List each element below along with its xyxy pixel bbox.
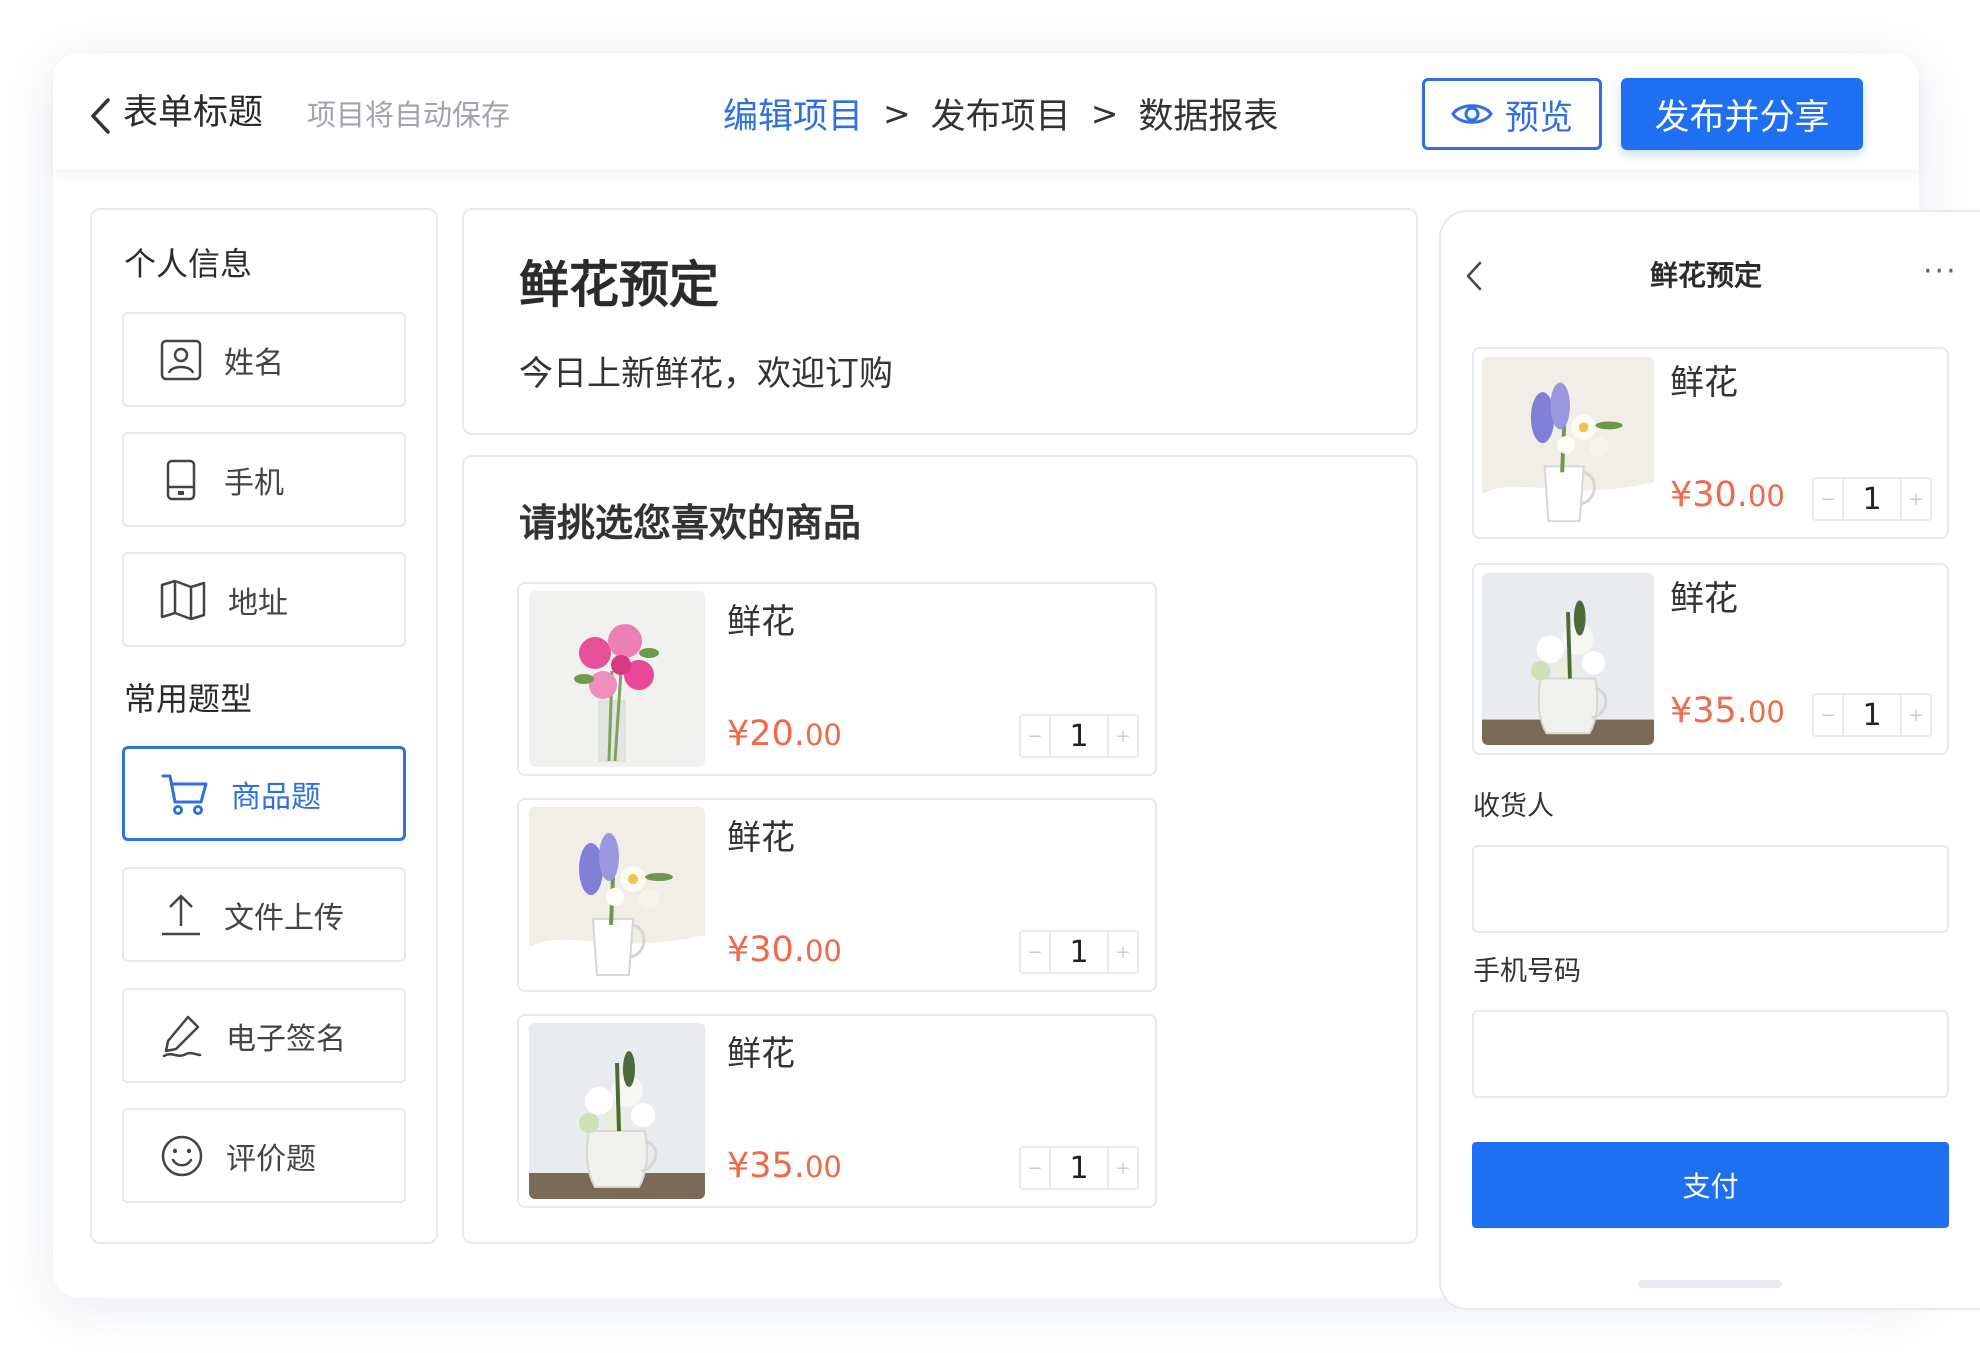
eye-icon — [1451, 104, 1493, 124]
more-icon[interactable]: ··· — [1923, 252, 1958, 292]
decrement-button[interactable]: − — [1814, 479, 1842, 519]
field-file-upload[interactable]: 文件上传 — [122, 867, 406, 962]
form-title[interactable]: 表单标题 — [123, 88, 263, 138]
publish-share-button[interactable]: 发布并分享 — [1621, 78, 1863, 150]
home-indicator — [1638, 1280, 1782, 1288]
field-rating[interactable]: 评价题 — [122, 1108, 406, 1203]
step-publish[interactable]: 发布项目 — [931, 88, 1071, 139]
product-image — [529, 591, 705, 767]
product-card[interactable]: 鲜花 ¥30.00 − 1 + — [517, 798, 1157, 992]
field-phone[interactable]: 手机 — [122, 432, 406, 527]
product-price: ¥20.00 — [727, 714, 842, 754]
step-report[interactable]: 数据报表 — [1138, 88, 1278, 139]
product-price: ¥35.00 — [727, 1146, 842, 1186]
field-rating-label: 评价题 — [226, 1141, 316, 1177]
product-question-title: 请挑选您喜欢的商品 — [519, 501, 862, 545]
increment-button[interactable]: + — [1109, 932, 1137, 972]
product-name: 鲜花 — [727, 1034, 795, 1074]
product-name: 鲜花 — [727, 818, 795, 858]
map-icon — [160, 579, 206, 620]
step-edit[interactable]: 编辑项目 — [723, 88, 863, 139]
decrement-button[interactable]: − — [1021, 932, 1049, 972]
back-chevron-icon[interactable] — [88, 97, 114, 135]
form-header-card[interactable] — [462, 208, 1418, 435]
increment-button[interactable]: + — [1109, 716, 1137, 756]
upload-icon — [162, 894, 200, 935]
receiver-label: 收货人 — [1473, 791, 1554, 822]
mobile-product-card[interactable]: 鲜花 ¥35.00 − 1 + — [1472, 563, 1949, 755]
product-image — [529, 1023, 705, 1199]
product-price: ¥30.00 — [1670, 475, 1785, 515]
back-chevron-icon[interactable] — [1464, 260, 1484, 292]
product-card[interactable]: 鲜花 ¥35.00 − 1 + — [517, 1014, 1157, 1208]
step-breadcrumb: 编辑项目 > 发布项目 > 数据报表 — [723, 88, 1278, 138]
person-icon — [160, 339, 202, 380]
group-title-personal: 个人信息 — [124, 245, 253, 283]
quantity-value[interactable]: 1 — [1049, 1148, 1109, 1188]
quantity-value[interactable]: 1 — [1842, 479, 1902, 519]
receiver-input[interactable] — [1472, 845, 1949, 933]
field-file-upload-label: 文件上传 — [224, 900, 344, 936]
step-separator: > — [1090, 93, 1119, 133]
field-product[interactable]: 商品题 — [122, 746, 406, 841]
field-address-label: 地址 — [228, 585, 288, 621]
mobile-number-input[interactable] — [1472, 1010, 1949, 1098]
mobile-product-card[interactable]: 鲜花 ¥30.00 − 1 + — [1472, 347, 1949, 539]
preview-button[interactable]: 预览 — [1422, 78, 1602, 150]
pen-icon — [162, 1015, 202, 1057]
pay-button[interactable]: 支付 — [1472, 1142, 1949, 1228]
product-image — [1482, 357, 1654, 529]
product-name: 鲜花 — [1670, 363, 1738, 403]
mobile-number-label: 手机号码 — [1473, 956, 1581, 987]
quantity-stepper: − 1 + — [1019, 714, 1139, 758]
quantity-value[interactable]: 1 — [1049, 932, 1109, 972]
form-description: 今日上新鲜花，欢迎订购 — [519, 354, 893, 394]
field-signature[interactable]: 电子签名 — [122, 988, 406, 1083]
smile-icon — [161, 1135, 203, 1176]
quantity-stepper: − 1 + — [1019, 1146, 1139, 1190]
decrement-button[interactable]: − — [1021, 1148, 1049, 1188]
field-name-label: 姓名 — [224, 345, 284, 381]
product-name: 鲜花 — [1670, 579, 1738, 619]
product-name: 鲜花 — [727, 602, 795, 642]
increment-button[interactable]: + — [1902, 479, 1930, 519]
phone-icon — [166, 459, 196, 500]
decrement-button[interactable]: − — [1814, 695, 1842, 735]
product-card[interactable]: 鲜花 ¥20.00 − 1 + — [517, 582, 1157, 776]
step-separator: > — [883, 93, 911, 133]
quantity-stepper: − 1 + — [1812, 693, 1932, 737]
field-address[interactable]: 地址 — [122, 552, 406, 647]
product-image — [529, 807, 705, 983]
product-price: ¥35.00 — [1670, 691, 1785, 731]
increment-button[interactable]: + — [1902, 695, 1930, 735]
decrement-button[interactable]: − — [1021, 716, 1049, 756]
cart-icon — [161, 774, 208, 815]
autosave-hint: 项目将自动保存 — [307, 98, 511, 132]
field-signature-label: 电子签名 — [226, 1021, 346, 1057]
quantity-stepper: − 1 + — [1812, 477, 1932, 521]
preview-label: 预览 — [1505, 97, 1573, 138]
quantity-stepper: − 1 + — [1019, 930, 1139, 974]
quantity-value[interactable]: 1 — [1842, 695, 1902, 735]
field-phone-label: 手机 — [224, 465, 284, 501]
increment-button[interactable]: + — [1109, 1148, 1137, 1188]
quantity-value[interactable]: 1 — [1049, 716, 1109, 756]
group-title-common: 常用题型 — [124, 680, 253, 718]
field-name[interactable]: 姓名 — [122, 312, 406, 407]
product-image — [1482, 573, 1654, 745]
mobile-page-title: 鲜花预定 — [1650, 259, 1763, 292]
field-product-label: 商品题 — [231, 779, 321, 815]
form-heading: 鲜花预定 — [519, 256, 719, 314]
product-price: ¥30.00 — [727, 930, 842, 970]
